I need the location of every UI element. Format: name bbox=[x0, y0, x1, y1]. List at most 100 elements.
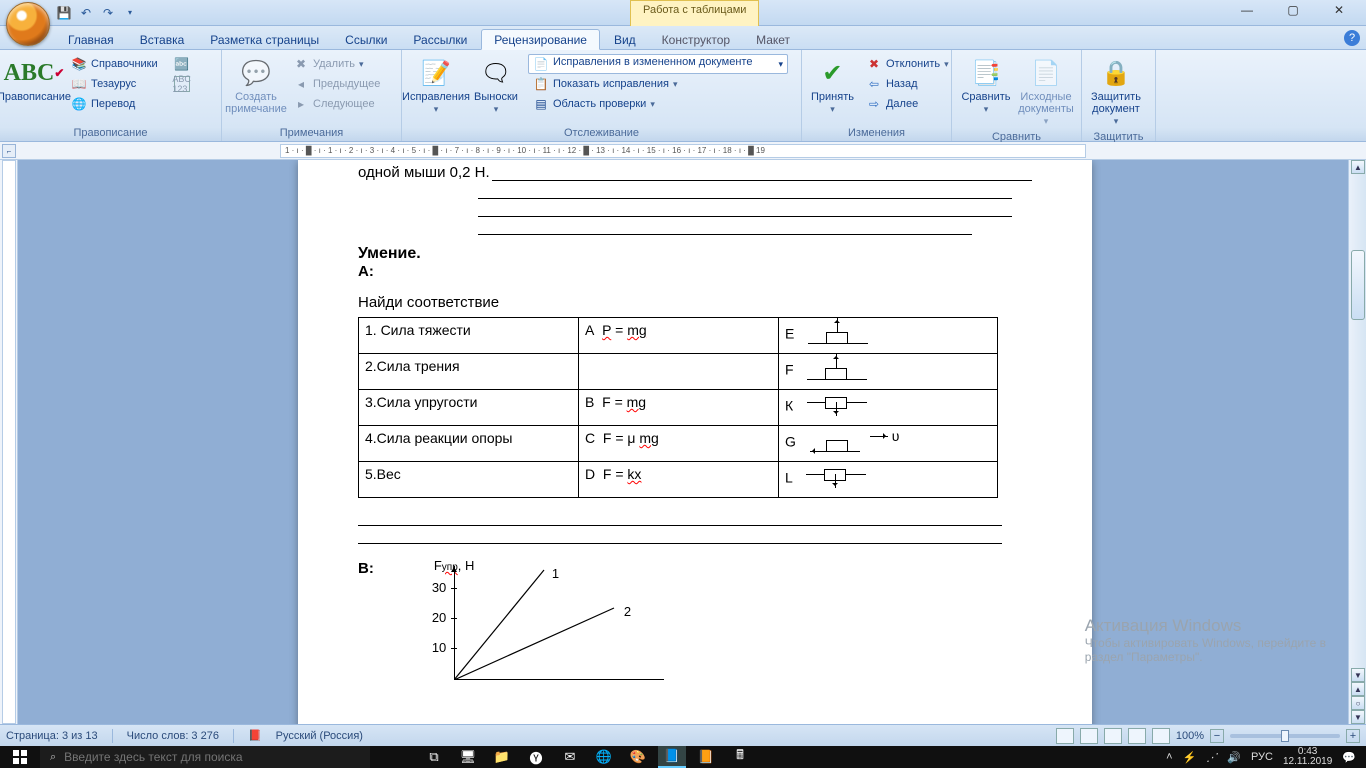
tb-app-browser[interactable]: 🌐 bbox=[590, 746, 618, 768]
taskview-icon[interactable]: ⧉ bbox=[420, 746, 448, 768]
zoom-level[interactable]: 100% bbox=[1176, 730, 1204, 742]
tray-network-icon[interactable]: ⚡ bbox=[1183, 751, 1197, 764]
zoom-out-button[interactable]: − bbox=[1210, 729, 1224, 743]
track-changes-button[interactable]: 📝 Исправления bbox=[408, 54, 464, 118]
help-icon[interactable]: ? bbox=[1344, 30, 1360, 46]
qat-more-icon[interactable]: ▾ bbox=[122, 5, 138, 21]
tab-insert[interactable]: Вставка bbox=[128, 30, 197, 49]
browse-next-icon[interactable]: ▼ bbox=[1351, 710, 1365, 724]
tab-mailings[interactable]: Рассылки bbox=[401, 30, 479, 49]
prev-icon: ◂ bbox=[293, 76, 309, 92]
view-outline-icon[interactable] bbox=[1128, 728, 1146, 744]
tb-app-word[interactable]: 📘 bbox=[658, 746, 686, 768]
redo-icon[interactable]: ↷ bbox=[100, 5, 116, 21]
display-for-review-combo[interactable]: 📄Исправления в измененном документе▾ bbox=[528, 54, 788, 74]
tab-home[interactable]: Главная bbox=[56, 30, 126, 49]
tab-pagelayout[interactable]: Разметка страницы bbox=[198, 30, 331, 49]
reviewing-pane-button[interactable]: ▤Область проверки bbox=[528, 94, 788, 114]
chevron-down-icon: ▾ bbox=[778, 59, 783, 70]
wordcount-icon[interactable]: 🔤 bbox=[169, 54, 195, 74]
delete-comment-button[interactable]: ✖Удалить bbox=[288, 54, 385, 74]
status-words[interactable]: Число слов: 3 276 bbox=[127, 730, 219, 742]
tab-selector[interactable]: ⌐ bbox=[2, 144, 16, 158]
tb-app-powerpoint[interactable]: 📙 bbox=[692, 746, 720, 768]
status-page[interactable]: Страница: 3 из 13 bbox=[6, 730, 98, 742]
minimize-button[interactable]: — bbox=[1224, 0, 1270, 20]
tab-table-layout[interactable]: Макет bbox=[744, 30, 802, 49]
maximize-button[interactable]: ▢ bbox=[1270, 0, 1316, 20]
reject-button[interactable]: ✖Отклонить bbox=[861, 54, 954, 74]
scrollbar-vertical[interactable]: ▲ ▼ ▲ ○ ▼ bbox=[1348, 160, 1366, 724]
tb-app-mail[interactable]: ✉ bbox=[556, 746, 584, 768]
ruler-vertical[interactable] bbox=[0, 160, 18, 724]
tray-date[interactable]: 12.11.2019 bbox=[1283, 757, 1332, 767]
table-row: 4.Сила реакции опоры С F = μ mg G υ bbox=[359, 426, 998, 462]
next-icon: ▸ bbox=[293, 96, 309, 112]
search-input[interactable] bbox=[64, 750, 360, 764]
zoom-slider[interactable] bbox=[1230, 734, 1340, 738]
ruler-horizontal[interactable]: ⌐ 1 · ı · █ · ı · 1 · ı · 2 · ı · 3 · ı … bbox=[0, 142, 1366, 160]
translate-button[interactable]: 🌐Перевод bbox=[66, 94, 163, 114]
thesaurus-button[interactable]: 📖Тезаурус bbox=[66, 74, 163, 94]
status-proof-icon[interactable]: 📕 bbox=[248, 729, 262, 742]
quick-access-toolbar: 💾 ↶ ↷ ▾ bbox=[56, 0, 138, 25]
chart-fupr: Fупр, Н 30 20 10 1 2 bbox=[404, 560, 664, 680]
track-icon: 📝 bbox=[420, 57, 452, 89]
prev-change-button[interactable]: ⇦Назад bbox=[861, 74, 954, 94]
balloons-button[interactable]: 🗨 Выноски bbox=[468, 54, 524, 118]
start-button[interactable] bbox=[0, 746, 40, 768]
document-area[interactable]: одной мыши 0,2 Н. Умение. А: Найди соотв… bbox=[18, 160, 1366, 724]
spelling-button[interactable]: ABC✔ Правописание bbox=[6, 54, 62, 106]
tray-wifi-icon[interactable]: ⋰ bbox=[1206, 751, 1217, 764]
next-change-button[interactable]: ⇨Далее bbox=[861, 94, 954, 114]
new-comment-button[interactable]: 💬 Создать примечание bbox=[228, 54, 284, 118]
zoom-thumb[interactable] bbox=[1281, 730, 1289, 742]
view-draft-icon[interactable] bbox=[1152, 728, 1170, 744]
section-a: А: bbox=[358, 263, 1032, 280]
research-button[interactable]: 📚Справочники bbox=[66, 54, 163, 74]
view-fullscreen-icon[interactable] bbox=[1080, 728, 1098, 744]
book-icon: 📚 bbox=[71, 56, 87, 72]
tray-volume-icon[interactable]: 🔊 bbox=[1227, 751, 1241, 764]
tab-review[interactable]: Рецензирование bbox=[481, 29, 600, 50]
view-web-icon[interactable] bbox=[1104, 728, 1122, 744]
tab-view[interactable]: Вид bbox=[602, 30, 648, 49]
accept-button[interactable]: ✔ Принять bbox=[808, 54, 857, 118]
browse-prev-icon[interactable]: ▲ bbox=[1351, 682, 1365, 696]
scroll-down-icon[interactable]: ▼ bbox=[1351, 668, 1365, 682]
match-table[interactable]: 1. Сила тяжести А P = mg Е 2.Сила трения… bbox=[358, 317, 998, 498]
tb-app-yandex[interactable]: 🅨 bbox=[522, 746, 550, 768]
setlang-icon[interactable]: ABC123 bbox=[169, 74, 195, 94]
show-source-button[interactable]: 📄 Исходные документы bbox=[1018, 54, 1074, 130]
show-markup-button[interactable]: 📋Показать исправления bbox=[528, 74, 788, 94]
tb-app-paint[interactable]: 🎨 bbox=[624, 746, 652, 768]
zoom-in-button[interactable]: + bbox=[1346, 729, 1360, 743]
save-icon[interactable]: 💾 bbox=[56, 5, 72, 21]
tab-table-design[interactable]: Конструктор bbox=[650, 30, 742, 49]
scroll-up-icon[interactable]: ▲ bbox=[1351, 160, 1365, 174]
close-button[interactable]: ✕ bbox=[1316, 0, 1362, 20]
browse-object-icon[interactable]: ○ bbox=[1351, 696, 1365, 710]
compare-button[interactable]: 📑 Сравнить bbox=[958, 54, 1014, 118]
view-printlayout-icon[interactable] bbox=[1056, 728, 1074, 744]
office-button[interactable] bbox=[6, 2, 50, 46]
protect-button[interactable]: 🔒 Защитить документ bbox=[1088, 54, 1144, 130]
tb-app-desktop[interactable]: 🖥 bbox=[454, 746, 482, 768]
table-row: 3.Сила упругости В F = mg К bbox=[359, 390, 998, 426]
tray-notifications-icon[interactable]: 💬 bbox=[1342, 751, 1356, 764]
tray-chevron-icon[interactable]: ˄ bbox=[1166, 751, 1172, 763]
page[interactable]: одной мыши 0,2 Н. Умение. А: Найди соотв… bbox=[298, 160, 1092, 724]
prev-comment-button[interactable]: ◂Предыдущее bbox=[288, 74, 385, 94]
search-icon: ⌕ bbox=[50, 751, 56, 764]
tb-app-explorer[interactable]: 📁 bbox=[488, 746, 516, 768]
scroll-thumb[interactable] bbox=[1351, 250, 1365, 320]
tray-language[interactable]: РУС bbox=[1251, 751, 1273, 763]
undo-icon[interactable]: ↶ bbox=[78, 5, 94, 21]
tb-app-calc[interactable]: 🖩 bbox=[726, 746, 754, 768]
status-language[interactable]: Русский (Россия) bbox=[276, 730, 363, 742]
thesaurus-icon: 📖 bbox=[71, 76, 87, 92]
tab-references[interactable]: Ссылки bbox=[333, 30, 399, 49]
taskbar-search[interactable]: ⌕ bbox=[40, 746, 370, 768]
lock-icon: 🔒 bbox=[1100, 57, 1132, 89]
next-comment-button[interactable]: ▸Следующее bbox=[288, 94, 385, 114]
